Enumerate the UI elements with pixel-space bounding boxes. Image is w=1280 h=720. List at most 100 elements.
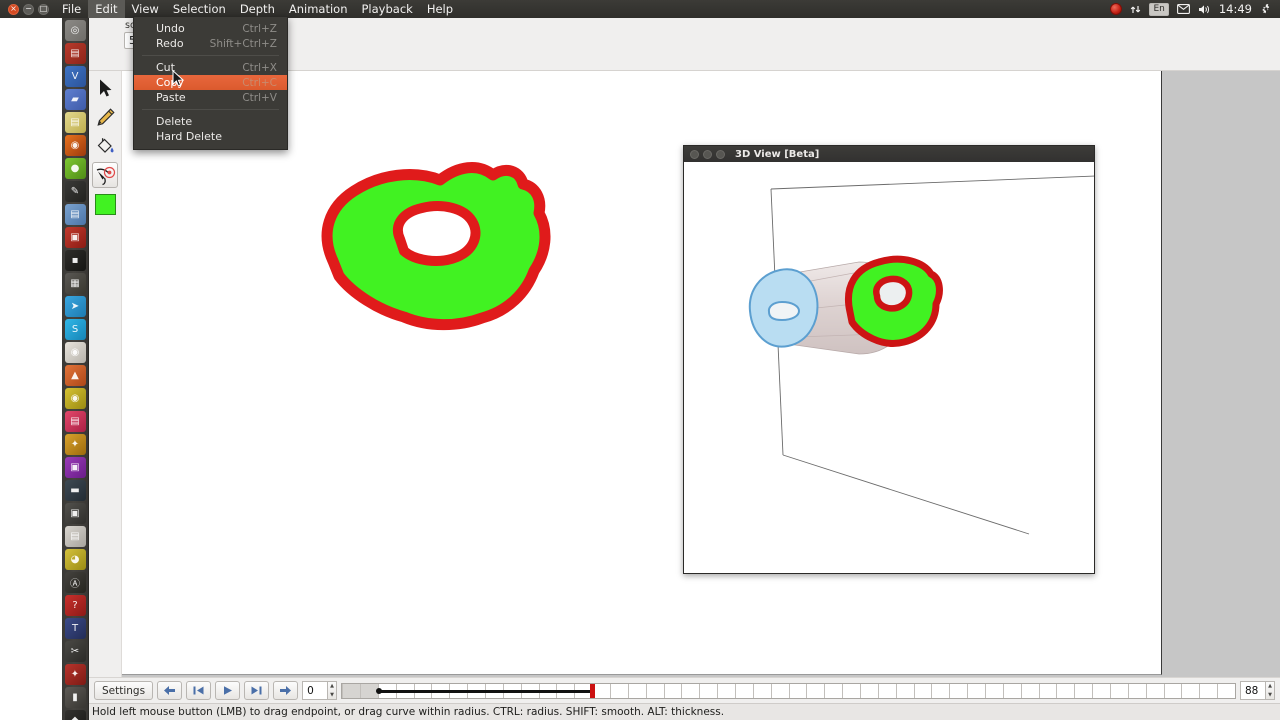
launcher-item-pdf-reader[interactable]: ▣ [64, 227, 86, 248]
network-updown-icon[interactable] [1130, 4, 1141, 15]
3d-back-cap [748, 268, 819, 348]
3d-view-titlebar[interactable]: 3D View [Beta] [684, 146, 1094, 162]
3d-view-window[interactable]: 3D View [Beta] [683, 145, 1095, 574]
launcher-item-firefox[interactable]: ◉ [64, 135, 86, 156]
minimize-window-button[interactable]: − [23, 3, 34, 15]
timeline-tick [342, 683, 344, 698]
edit-menu-item-paste[interactable]: Paste Ctrl+V [134, 90, 287, 105]
launcher-item-terminal[interactable]: ▪ [64, 250, 86, 271]
menu-help[interactable]: Help [420, 0, 460, 18]
edit-dropdown-menu[interactable]: Undo Ctrl+Z Redo Shift+Ctrl+Z Cut Ctrl+X Copy C… [133, 16, 288, 150]
3d-front-face [845, 255, 943, 347]
launcher-item-gimp[interactable]: ✎ [64, 181, 86, 202]
window-controls: × − □ [0, 3, 55, 15]
launcher-item-telegram[interactable]: ➤ [64, 296, 86, 317]
launcher-item-screenshot-tool[interactable]: ▣ [64, 503, 86, 524]
pencil-tool[interactable] [92, 104, 118, 130]
menu-file[interactable]: File [55, 0, 88, 18]
current-color-swatch[interactable] [94, 193, 116, 215]
timeline-tick [1020, 683, 1022, 698]
launcher-item-archive-manager[interactable]: ▦ [64, 273, 86, 294]
canvas-area[interactable]: 3D View [Beta] [122, 71, 1280, 677]
launcher-item-help-app[interactable]: ? [64, 595, 86, 616]
purple-media-icon: ▣ [70, 462, 80, 473]
launcher-item-blue-app[interactable]: ▰ [64, 89, 86, 110]
edit-menu-item-cut[interactable]: Cut Ctrl+X [134, 60, 287, 75]
gear-icon[interactable] [1260, 3, 1272, 15]
menu-edit[interactable]: Edit [88, 0, 125, 18]
current-frame-stepper[interactable]: ▲ ▼ [328, 681, 338, 700]
timeline-range-start-handle[interactable] [375, 687, 382, 694]
launcher-item-purple-media[interactable]: ▣ [64, 457, 86, 478]
step-back-button[interactable] [157, 681, 183, 700]
launcher-item-orange-app[interactable]: ▲ [64, 365, 86, 386]
launcher-item-libreoffice-writer[interactable]: ▤ [64, 204, 86, 225]
timeline-tick [663, 683, 665, 698]
keyboard-layout-indicator[interactable]: En [1149, 2, 1169, 16]
launcher-item-pidgin[interactable]: ◕ [64, 549, 86, 570]
launcher-item-games-app[interactable]: ✦ [64, 434, 86, 455]
help-app-icon: ? [72, 600, 78, 611]
launcher-item-text-editor[interactable]: ▤ [64, 112, 86, 133]
go-to-start-button[interactable] [186, 681, 212, 700]
launcher-item-yellow-disc-app[interactable]: ◉ [64, 388, 86, 409]
edit-menu-item-accelerator: Ctrl+C [242, 76, 277, 89]
film-app-icon: ▮ [72, 692, 78, 703]
sculpt-tool[interactable] [92, 162, 118, 188]
edit-menu-item-undo[interactable]: Undo Ctrl+Z [134, 21, 287, 36]
edit-menu-item-redo[interactable]: Redo Shift+Ctrl+Z [134, 36, 287, 51]
timeline-tick [1145, 683, 1147, 698]
timeline-playhead[interactable] [590, 683, 596, 698]
launcher-item-dark-drop-app[interactable]: ◆ [64, 710, 86, 720]
menu-playback[interactable]: Playback [355, 0, 420, 18]
3d-view-minimize-button[interactable] [703, 149, 712, 159]
fill-bucket-tool[interactable] [92, 133, 118, 159]
unity-launcher[interactable]: ◎▤V▰▤◉●✎▤▣▪▦➤S◉▲◉▤✦▣▬▣▤◕Ⓐ?T✂✦▮◆▢▣◉▲▬▤▥ [62, 18, 89, 720]
3d-view-close-button[interactable] [690, 149, 699, 159]
launcher-item-skype[interactable]: S [64, 319, 86, 340]
current-frame-input[interactable]: 0 [302, 681, 329, 700]
play-button[interactable] [215, 681, 241, 700]
edit-menu-item-delete[interactable]: Delete [134, 114, 287, 129]
launcher-item-files[interactable]: ▤ [64, 43, 86, 64]
launcher-item-film-app[interactable]: ▮ [64, 687, 86, 708]
launcher-item-ubuntu-software[interactable]: Ⓐ [64, 572, 86, 593]
end-frame-stepper[interactable]: ▲ ▼ [1266, 681, 1275, 700]
timeline-range-bar[interactable] [377, 689, 593, 693]
launcher-item-blender-t[interactable]: T [64, 618, 86, 639]
settings-button[interactable]: Settings [94, 681, 154, 700]
launcher-item-pink-app[interactable]: ▤ [64, 411, 86, 432]
launcher-item-calculator[interactable]: ▤ [64, 526, 86, 547]
menu-animation[interactable]: Animation [282, 0, 355, 18]
speaker-icon[interactable] [1198, 4, 1211, 15]
step-forward-button[interactable] [273, 681, 299, 700]
clock-label[interactable]: 14:49 [1219, 2, 1252, 16]
go-to-end-button[interactable] [244, 681, 270, 700]
3d-view-maximize-button[interactable] [716, 149, 725, 159]
green-orb-app-icon: ● [70, 163, 80, 174]
launcher-item-chrome[interactable]: ◉ [64, 342, 86, 363]
launcher-item-dark-car-app[interactable]: ▬ [64, 480, 86, 501]
edit-menu-item-accelerator: Ctrl+V [242, 91, 277, 104]
launcher-item-tool-app[interactable]: ✂ [64, 641, 86, 662]
dash-home-icon: ◎ [70, 25, 80, 36]
launcher-item-green-orb-app[interactable]: ● [64, 158, 86, 179]
3d-view-viewport[interactable] [684, 162, 1094, 573]
select-arrow-tool[interactable] [92, 75, 118, 101]
maximize-window-button[interactable]: □ [38, 3, 49, 15]
edit-menu-item-hard-delete[interactable]: Hard Delete [134, 129, 287, 144]
close-window-button[interactable]: × [8, 3, 19, 15]
color-swatch-button[interactable] [92, 191, 118, 217]
timeline-track[interactable] [341, 682, 1236, 699]
end-frame-spinner[interactable]: 88 ▲ ▼ [1240, 681, 1275, 700]
record-indicator-icon[interactable] [1110, 3, 1123, 15]
timeline-tick [877, 683, 879, 698]
edit-menu-item-copy[interactable]: Copy Ctrl+C [134, 75, 287, 90]
end-frame-input[interactable]: 88 [1240, 681, 1266, 700]
launcher-item-dash-home[interactable]: ◎ [64, 20, 86, 41]
timeline-tick [859, 683, 861, 698]
launcher-item-vlc-v[interactable]: V [64, 66, 86, 87]
launcher-item-red-tool-app[interactable]: ✦ [64, 664, 86, 685]
envelope-icon[interactable] [1176, 4, 1190, 14]
current-frame-spinner[interactable]: 0 ▲ ▼ [302, 681, 338, 700]
